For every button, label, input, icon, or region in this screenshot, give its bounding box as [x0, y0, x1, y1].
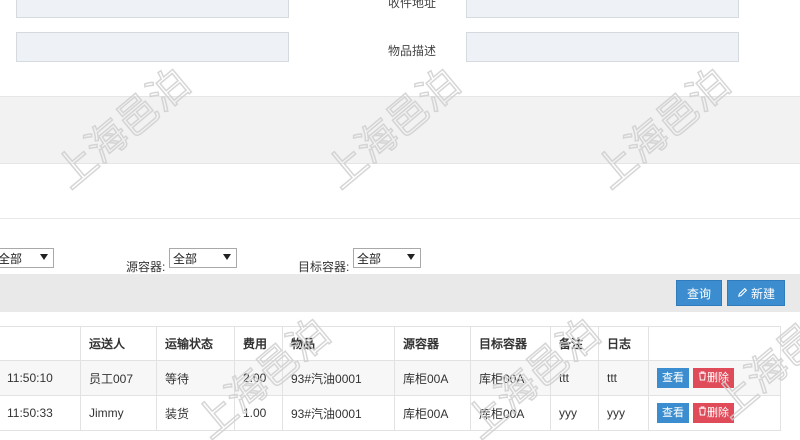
- column-header-courier: 运送人: [80, 326, 157, 361]
- column-header-item: 物品: [282, 326, 395, 361]
- cell-log: yyy: [598, 395, 649, 431]
- query-button-label: 查询: [686, 287, 711, 301]
- caret-down-icon: [407, 254, 415, 260]
- cell-time: 11:50:10: [0, 360, 81, 396]
- field-input-2[interactable]: [16, 32, 289, 62]
- data-table: 运送人 运输状态 费用 物品 源容器 目标容器 备注 日志 11:50:10 员…: [0, 326, 781, 431]
- cell-actions: 查看 删除: [648, 360, 781, 396]
- filter-select-1[interactable]: 全部: [0, 248, 54, 268]
- cell-note: ttt: [550, 360, 599, 396]
- target-container-value: 全部: [357, 252, 382, 266]
- query-button[interactable]: 查询: [676, 280, 722, 306]
- cell-time: 11:50:33: [0, 395, 81, 431]
- cell-status: 装货: [156, 395, 235, 431]
- new-button[interactable]: 新建: [727, 280, 785, 306]
- section-band: [0, 96, 800, 164]
- column-header-source: 源容器: [394, 326, 471, 361]
- item-description-label: 物品描述: [388, 44, 437, 58]
- cell-target: 库柜00A: [470, 360, 551, 396]
- cell-log: ttt: [598, 360, 649, 396]
- cell-item: 93#汽油0001: [282, 360, 395, 396]
- cell-note: yyy: [550, 395, 599, 431]
- cell-status: 等待: [156, 360, 235, 396]
- cell-actions: 查看 删除: [648, 395, 781, 431]
- new-button-label: 新建: [750, 287, 775, 301]
- pencil-icon: [737, 281, 748, 307]
- cell-courier: Jimmy: [80, 395, 157, 431]
- action-toolbar: 查询 新建: [0, 274, 800, 312]
- receiver-address-label: 收件地址: [388, 0, 437, 10]
- view-button[interactable]: 查看: [657, 403, 689, 423]
- column-header-status: 运输状态: [156, 326, 235, 361]
- view-button-label: 查看: [662, 372, 684, 384]
- cell-item: 93#汽油0001: [282, 395, 395, 431]
- delete-button-label: 删除: [707, 372, 729, 384]
- source-container-label: 源容器:: [126, 260, 166, 274]
- view-button-label: 查看: [662, 407, 684, 419]
- column-header-log: 日志: [598, 326, 649, 361]
- divider: [0, 218, 800, 219]
- cell-target: 库柜00A: [470, 395, 551, 431]
- column-header-time: [0, 326, 81, 361]
- source-container-value: 全部: [173, 252, 198, 266]
- column-header-actions: [648, 326, 781, 361]
- source-container-select[interactable]: 全部: [169, 248, 237, 268]
- receiver-address-input[interactable]: [466, 0, 739, 18]
- cell-courier: 员工007: [80, 360, 157, 396]
- trash-icon: [698, 371, 707, 384]
- caret-down-icon: [223, 254, 231, 260]
- cell-source: 库柜00A: [394, 395, 471, 431]
- field-input-1[interactable]: [16, 0, 289, 18]
- delete-button[interactable]: 删除: [693, 403, 734, 423]
- cell-fee: 1.00: [234, 395, 283, 431]
- column-header-target: 目标容器: [470, 326, 551, 361]
- delete-button[interactable]: 删除: [693, 368, 734, 388]
- column-header-note: 备注: [550, 326, 599, 361]
- table-row: 11:50:33 Jimmy 装货 1.00 93#汽油0001 库柜00A 库…: [0, 395, 781, 431]
- cell-fee: 2.00: [234, 360, 283, 396]
- target-container-select[interactable]: 全部: [353, 248, 421, 268]
- filter-select-1-value: 全部: [0, 252, 23, 266]
- trash-icon: [698, 406, 707, 419]
- target-container-label: 目标容器:: [298, 260, 350, 274]
- item-description-input[interactable]: [466, 32, 739, 62]
- column-header-fee: 费用: [234, 326, 283, 361]
- caret-down-icon: [40, 254, 48, 260]
- view-button[interactable]: 查看: [657, 368, 689, 388]
- cell-source: 库柜00A: [394, 360, 471, 396]
- delete-button-label: 删除: [707, 407, 729, 419]
- table-row: 11:50:10 员工007 等待 2.00 93#汽油0001 库柜00A 库…: [0, 360, 781, 396]
- table-header-row: 运送人 运输状态 费用 物品 源容器 目标容器 备注 日志: [0, 326, 781, 361]
